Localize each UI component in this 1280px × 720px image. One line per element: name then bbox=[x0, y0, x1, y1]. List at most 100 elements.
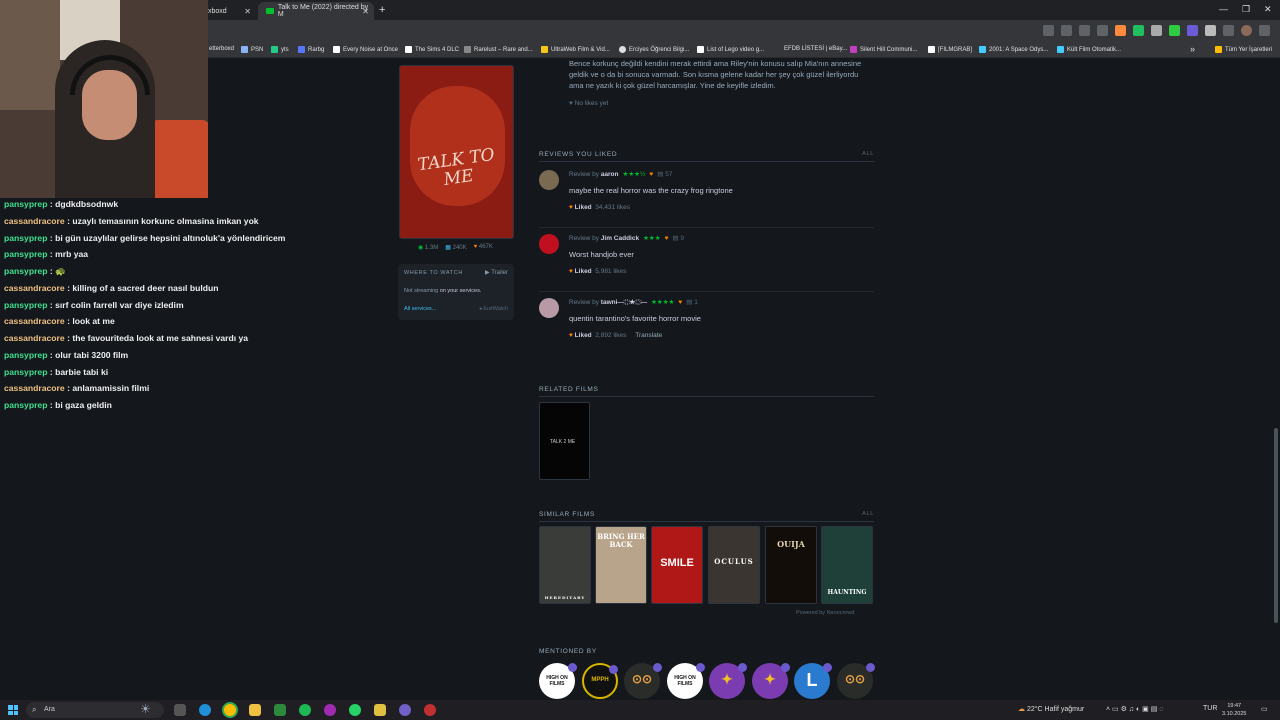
close-window-icon[interactable]: ✕ bbox=[1264, 4, 1272, 15]
extension-icon[interactable] bbox=[1205, 25, 1216, 36]
extension-icon[interactable] bbox=[1043, 25, 1054, 36]
whatsapp-icon[interactable] bbox=[349, 704, 361, 716]
weather-widget[interactable]: ☁ 22°C Hafif yağmur bbox=[1018, 705, 1084, 713]
system-clock[interactable]: 19:47 3.10.2025 bbox=[1222, 702, 1246, 718]
profile-avatar[interactable] bbox=[1241, 25, 1252, 36]
bookmark-item[interactable]: 2001: A Space Odys... bbox=[979, 46, 1048, 53]
tab-active[interactable]: Talk to Me (2022) directed by M ✕ bbox=[258, 2, 374, 20]
scrollbar-thumb[interactable] bbox=[1274, 428, 1278, 623]
related-film-poster[interactable]: TALK 2 ME bbox=[539, 402, 590, 480]
reviewer-name[interactable]: tawni— ҉ ҈ ★ ҉ ҈ — bbox=[601, 299, 647, 306]
edge-icon[interactable] bbox=[199, 704, 211, 716]
watched-stat[interactable]: ◉ 1.3M bbox=[418, 244, 438, 251]
new-tab-button[interactable]: + bbox=[379, 4, 385, 16]
extension-icon[interactable] bbox=[1169, 25, 1180, 36]
mention-avatar[interactable]: HIGH ON FILMS bbox=[667, 663, 705, 699]
extension-icon[interactable] bbox=[1133, 25, 1144, 36]
heart-icon[interactable]: ♥ bbox=[569, 332, 573, 339]
close-tab-icon[interactable]: ✕ bbox=[362, 7, 369, 16]
puzzle-icon[interactable] bbox=[1223, 25, 1234, 36]
notes-icon[interactable] bbox=[374, 704, 386, 716]
chrome-icon[interactable] bbox=[224, 704, 236, 716]
liked-label[interactable]: Liked bbox=[575, 332, 592, 339]
all-similar-link[interactable]: ALL bbox=[862, 511, 874, 517]
star-icon[interactable] bbox=[1097, 25, 1108, 36]
translate-link[interactable]: Translate bbox=[635, 332, 662, 339]
bookmark-item[interactable]: Silent Hill Communi... bbox=[850, 46, 917, 53]
reviewer-name[interactable]: aaron bbox=[601, 171, 619, 178]
app-icon[interactable] bbox=[324, 704, 336, 716]
obs-icon[interactable] bbox=[424, 704, 436, 716]
bookmark-item[interactable]: EFDB LİSTESİ | eBay... bbox=[784, 46, 847, 52]
input-language[interactable]: TUR bbox=[1203, 705, 1217, 712]
similar-film-poster[interactable]: SMILE bbox=[651, 526, 703, 604]
restore-icon[interactable]: ❐ bbox=[1242, 4, 1250, 15]
all-reviews-link[interactable]: ALL bbox=[862, 151, 874, 157]
heart-icon[interactable]: ♥ bbox=[569, 268, 573, 275]
notifications-icon[interactable]: ▭ bbox=[1261, 705, 1268, 713]
review-text[interactable]: quentin tarantino's favorite horror movi… bbox=[569, 314, 701, 323]
comment-count[interactable]: ▤ 57 bbox=[657, 171, 672, 178]
bookmark-item[interactable]: etterboxd bbox=[209, 46, 234, 52]
bookmark-item[interactable]: Kült Film Otomatik... bbox=[1057, 46, 1121, 53]
scrollbar[interactable] bbox=[1272, 60, 1280, 700]
extension-icon[interactable] bbox=[1079, 25, 1090, 36]
bookmark-item[interactable]: yts bbox=[271, 46, 289, 53]
minimize-icon[interactable]: — bbox=[1219, 4, 1228, 14]
mention-avatar[interactable]: ✦ bbox=[709, 663, 747, 699]
comment-count[interactable]: ▤ 1 bbox=[686, 299, 698, 306]
reviewer-name[interactable]: Jim Caddick bbox=[601, 235, 639, 242]
app-icon[interactable] bbox=[399, 704, 411, 716]
mention-avatar[interactable]: L bbox=[794, 663, 832, 699]
bookmark-item[interactable]: Erciyes Öğrenci Bilgi... bbox=[619, 46, 689, 53]
trailer-button[interactable]: ▶ Trailer bbox=[485, 269, 508, 276]
similar-film-poster[interactable]: HAUNTING bbox=[821, 526, 873, 604]
file-explorer-icon[interactable] bbox=[249, 704, 261, 716]
bookmarks-overflow-button[interactable]: » bbox=[1190, 44, 1195, 54]
similar-film-poster[interactable]: OCULUS bbox=[708, 526, 760, 604]
heart-icon[interactable]: ♥ bbox=[569, 204, 573, 211]
tab-inactive[interactable]: xboxd ✕ bbox=[200, 2, 256, 20]
bookmark-item[interactable]: Rarelust – Rare and... bbox=[464, 46, 533, 53]
liked-label[interactable]: Liked bbox=[575, 204, 592, 211]
like-count[interactable]: 2,892 likes bbox=[595, 332, 626, 339]
review-text[interactable]: Worst handjob ever bbox=[569, 250, 634, 259]
similar-film-poster[interactable]: HEREDITARY bbox=[539, 526, 591, 604]
likes-stat[interactable]: ♥ 467K bbox=[474, 244, 493, 251]
extension-icon[interactable] bbox=[1187, 25, 1198, 36]
liked-label[interactable]: Liked bbox=[575, 268, 592, 275]
similar-film-poster[interactable]: OUIJA bbox=[765, 526, 817, 604]
mention-avatar[interactable]: MPPH bbox=[582, 663, 618, 699]
xbox-icon[interactable] bbox=[274, 704, 286, 716]
system-tray-icons[interactable]: ˄ ▭ ⚙ ♫ ◐ ▣ ▤ ◌ bbox=[1106, 705, 1163, 713]
bookmark-item[interactable]: PSN bbox=[241, 46, 263, 53]
mention-avatar[interactable]: ⊙⊙ bbox=[624, 663, 662, 699]
start-button[interactable] bbox=[8, 705, 18, 715]
task-view-icon[interactable] bbox=[174, 704, 186, 716]
extension-icon[interactable] bbox=[1151, 25, 1162, 36]
like-count[interactable]: 5,981 likes bbox=[595, 268, 626, 275]
bookmark-item[interactable]: List of Lego video g... bbox=[697, 46, 764, 53]
bookmark-item[interactable]: Rarbg bbox=[298, 46, 324, 53]
spotify-icon[interactable] bbox=[299, 704, 311, 716]
all-bookmarks-button[interactable]: Tüm Yer İşaretleri bbox=[1215, 46, 1272, 53]
review-text[interactable]: maybe the real horror was the crazy frog… bbox=[569, 186, 733, 195]
reviewer-avatar[interactable] bbox=[539, 170, 559, 190]
mention-avatar[interactable]: ✦ bbox=[752, 663, 790, 699]
reviewer-avatar[interactable] bbox=[539, 234, 559, 254]
menu-dots-icon[interactable] bbox=[1259, 25, 1270, 36]
review-like-status[interactable]: ♥ No likes yet bbox=[569, 100, 608, 107]
reviewer-avatar[interactable] bbox=[539, 298, 559, 318]
extension-icon[interactable] bbox=[1115, 25, 1126, 36]
mention-avatar[interactable]: ⊙⊙ bbox=[837, 663, 875, 699]
all-services-link[interactable]: All services... bbox=[404, 306, 436, 312]
similar-film-poster[interactable]: BRING HER BACK bbox=[595, 526, 647, 604]
mention-avatar[interactable]: HIGH ON FILMS bbox=[539, 663, 577, 699]
bookmark-item[interactable]: The Sims 4 DLC bbox=[405, 46, 459, 53]
extension-icon[interactable] bbox=[1061, 25, 1072, 36]
film-poster[interactable]: TALK TO ME bbox=[399, 65, 514, 239]
like-count[interactable]: 34,431 likes bbox=[595, 204, 630, 211]
bookmark-item[interactable]: [FILMGRAB] bbox=[928, 46, 972, 53]
bookmark-item[interactable]: UltraWeb Film & Vid... bbox=[541, 46, 610, 53]
comment-count[interactable]: ▤ 9 bbox=[672, 235, 684, 242]
